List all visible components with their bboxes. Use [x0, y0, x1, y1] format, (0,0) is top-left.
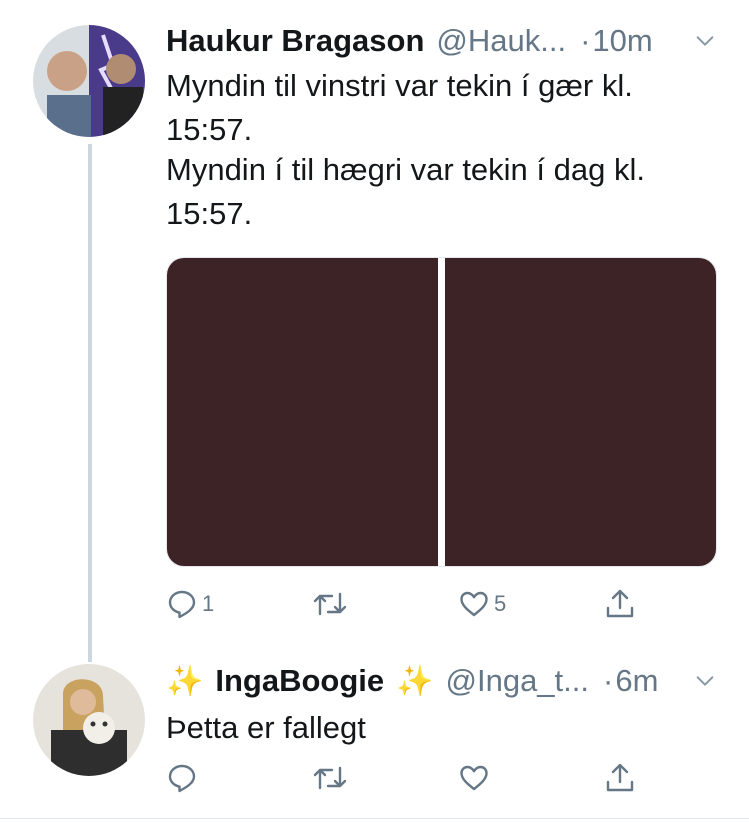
tweet-header: Haukur Bragason @Hauk... · 10m — [166, 20, 653, 62]
like-button[interactable] — [458, 762, 494, 794]
display-name[interactable]: IngaBoogie — [215, 663, 384, 699]
tweet-text-line: 15:57. — [166, 196, 253, 231]
timestamp[interactable]: 10m — [592, 23, 652, 59]
like-icon — [458, 588, 490, 620]
reply-icon — [166, 762, 198, 794]
like-count: 5 — [494, 591, 507, 616]
retweet-button[interactable] — [312, 588, 352, 620]
avatar-image — [33, 664, 145, 776]
like-button[interactable]: 5 — [458, 588, 506, 620]
avatar-image — [33, 25, 145, 137]
timestamp[interactable]: 6m — [615, 663, 658, 699]
tweet-media — [166, 257, 717, 567]
share-button[interactable] — [604, 762, 636, 794]
sparkle-emoji: ✨ — [396, 664, 434, 698]
tweet-text-line: 15:57. — [166, 112, 253, 147]
reply-button[interactable] — [166, 762, 202, 794]
user-handle[interactable]: @Hauk... — [436, 23, 566, 59]
reply-button[interactable]: 1 — [166, 588, 214, 620]
separator-dot: · — [603, 663, 614, 698]
tweet-text-line: Myndin til vinstri var tekin í gær kl. — [166, 68, 633, 103]
tweet-text-paragraph: Myndin til vinstri var tekin í gær kl. 1… — [166, 64, 633, 152]
tweet-text: Þetta er fallegt — [166, 710, 366, 745]
divider — [0, 818, 749, 819]
sparkle-emoji: ✨ — [166, 664, 204, 698]
avatar[interactable] — [33, 664, 145, 776]
avatar[interactable] — [33, 25, 145, 137]
reply-icon — [166, 588, 198, 620]
photo-left[interactable] — [167, 258, 438, 566]
user-handle[interactable]: @Inga_t... — [446, 663, 590, 699]
tweet-header: ✨ IngaBoogie ✨ @Inga_t... · 6m — [166, 660, 658, 702]
tweet-text-line: Myndin í til hægri var tekin í dag kl. — [166, 152, 645, 187]
like-icon — [458, 762, 490, 794]
reply-count: 1 — [202, 591, 215, 616]
photo-divider — [438, 258, 445, 566]
share-icon — [604, 762, 636, 794]
retweet-button[interactable] — [312, 762, 352, 794]
share-icon — [604, 588, 636, 620]
thread-connector — [88, 144, 92, 662]
separator-dot: · — [580, 23, 591, 58]
display-name[interactable]: Haukur Bragason — [166, 23, 424, 59]
chevron-down-icon[interactable] — [694, 670, 716, 692]
retweet-icon — [312, 762, 348, 794]
retweet-icon — [312, 588, 348, 620]
chevron-down-icon[interactable] — [694, 30, 716, 52]
share-button[interactable] — [604, 588, 636, 620]
tweet-text-paragraph: Myndin í til hægri var tekin í dag kl. 1… — [166, 148, 645, 236]
photo-right[interactable] — [445, 258, 716, 566]
